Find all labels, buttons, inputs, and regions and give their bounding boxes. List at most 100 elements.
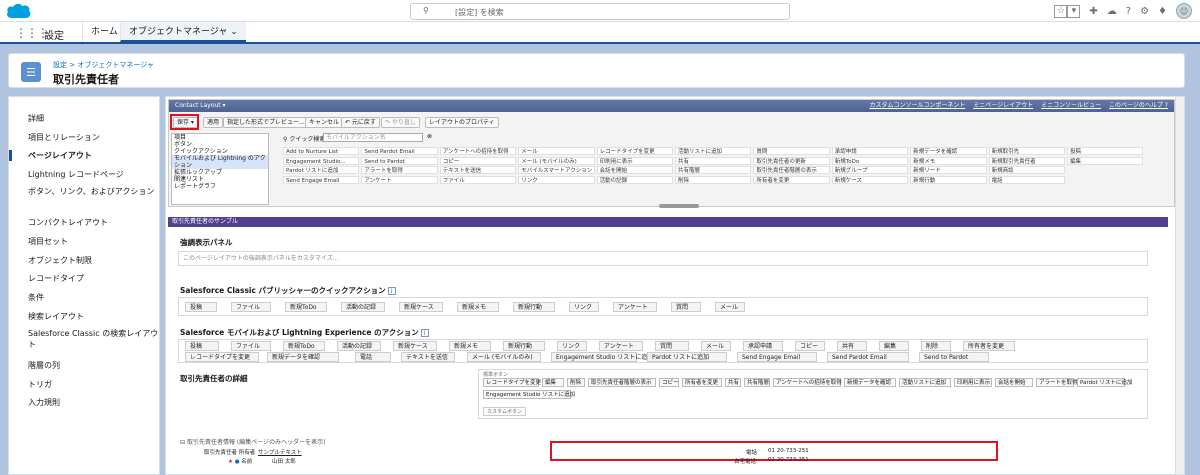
- classic-action-item[interactable]: ファイル: [231, 302, 271, 312]
- palette-action-item[interactable]: 取引先責任者階層の表示: [753, 166, 830, 174]
- classic-action-item[interactable]: 投稿: [185, 302, 217, 312]
- detail-button[interactable]: 会話を開始: [995, 378, 1033, 387]
- detail-button[interactable]: レコードタイプを変更: [483, 378, 541, 387]
- palette-category-item[interactable]: レポートグラフ: [172, 183, 268, 190]
- palette-action-item[interactable]: 活動リストに追加: [675, 147, 752, 155]
- chevron-down-icon[interactable]: ⌄: [230, 27, 238, 37]
- breadcrumb-object-manager-link[interactable]: オブジェクトマネージャ: [77, 61, 154, 69]
- detail-button[interactable]: 共有: [725, 378, 741, 387]
- sidebar-item[interactable]: レコードタイプ: [9, 273, 159, 284]
- sidebar-item[interactable]: コンパクトレイアウト: [9, 217, 159, 228]
- mini-page-layout-link[interactable]: ミニページレイアウト: [973, 102, 1033, 109]
- classic-action-item[interactable]: 活動の記録: [341, 302, 385, 312]
- mini-console-view-link[interactable]: ミニコンソールビュー: [1041, 102, 1101, 109]
- palette-category-item[interactable]: 項目: [172, 134, 268, 141]
- palette-action-item[interactable]: Add to Nurture List: [283, 147, 360, 155]
- mobile-action-item[interactable]: メール (モバイルのみ): [467, 352, 541, 362]
- palette-category-item[interactable]: 関連リスト: [172, 176, 268, 183]
- sidebar-item[interactable]: ボタン、リンク、およびアクション: [9, 186, 159, 197]
- classic-action-item[interactable]: 質問: [671, 302, 701, 312]
- palette-action-item[interactable]: アンケート: [361, 175, 438, 184]
- sidebar-item[interactable]: ページレイアウト: [9, 150, 159, 161]
- palette-action-item[interactable]: 編集: [1067, 156, 1144, 165]
- detail-button[interactable]: Pardot リストに追加: [1077, 378, 1132, 387]
- palette-action-item[interactable]: Send Pardot Email: [361, 147, 438, 155]
- detail-button[interactable]: コピー: [659, 378, 679, 387]
- help-icon[interactable]: ?: [1126, 6, 1131, 17]
- palette-action-item[interactable]: 共有: [675, 156, 752, 165]
- palette-category-item[interactable]: モバイルおよび Lightning のアクション: [172, 155, 268, 169]
- palette-action-item[interactable]: 新規商談: [988, 166, 1065, 174]
- section-toggle-icon[interactable]: ⊟: [180, 439, 185, 446]
- add-icon[interactable]: ✚: [1089, 6, 1097, 17]
- sidebar-item[interactable]: Lightning レコードページ: [9, 169, 159, 180]
- redo-button[interactable]: ↷ やり直し: [381, 117, 420, 128]
- pardot-action-item[interactable]: Engagement Studio リストに追加: [551, 352, 653, 362]
- tab-object-manager[interactable]: オブジェクトマネージャ ⌄: [120, 22, 246, 42]
- palette-action-item[interactable]: 新規グループ: [831, 166, 909, 174]
- clear-icon[interactable]: ⊗: [427, 133, 432, 140]
- mobile-action-item[interactable]: テキストを送信: [401, 352, 455, 362]
- palette-action-item[interactable]: 削除: [675, 175, 752, 184]
- palette-category-list[interactable]: 項目 ボタン クイックアクション モバイルおよび Lightning のアクション 拡張…: [171, 133, 269, 205]
- sidebar-item[interactable]: Salesforce Classic の検索レイアウト: [9, 328, 159, 350]
- palette-resize-handle[interactable]: [659, 204, 699, 208]
- detail-button[interactable]: アラートを取得: [1036, 378, 1078, 387]
- mobile-action-item[interactable]: メール: [701, 341, 731, 351]
- favorite-star-icon[interactable]: ☆: [1054, 4, 1068, 18]
- palette-action-item[interactable]: 承認申請: [831, 147, 909, 155]
- palette-action-item[interactable]: 新規ケース: [831, 175, 909, 184]
- quick-save-button[interactable]: 適用: [203, 117, 224, 128]
- pardot-action-item[interactable]: Pardot リストに追加: [647, 352, 727, 362]
- palette-action-item[interactable]: レコードタイプを変更: [596, 147, 673, 155]
- mobile-action-item[interactable]: ファイル: [231, 341, 271, 351]
- trailhead-icon[interactable]: ☁: [1107, 6, 1117, 17]
- breadcrumb-setup-link[interactable]: 設定: [53, 61, 67, 69]
- detail-button[interactable]: 活動リストに追加: [899, 378, 951, 387]
- mobile-action-item[interactable]: 新規ToDo: [283, 341, 325, 351]
- notifications-bell-icon[interactable]: ♦: [1158, 6, 1167, 17]
- favorites-control[interactable]: ☆ ▾: [1054, 4, 1081, 18]
- palette-action-item[interactable]: 質問: [753, 147, 830, 155]
- palette-category-item[interactable]: クイックアクション: [172, 148, 268, 155]
- mobile-action-item[interactable]: 質問: [655, 341, 689, 351]
- sidebar-item[interactable]: 入力規則: [9, 397, 159, 408]
- palette-action-item[interactable]: 新規リード: [910, 166, 987, 174]
- palette-action-item[interactable]: 新規行動: [910, 175, 987, 184]
- palette-action-item[interactable]: アンケートへの招待を取得: [439, 147, 517, 155]
- palette-action-item[interactable]: 新規取引先: [988, 147, 1065, 155]
- palette-action-item[interactable]: 共有階層: [675, 166, 752, 174]
- classic-action-item[interactable]: 新規メモ: [457, 302, 499, 312]
- custom-buttons-label[interactable]: カスタムボタン: [483, 407, 527, 416]
- mobile-action-item[interactable]: 新規行動: [503, 341, 545, 351]
- mobile-action-item[interactable]: 所有者を変更: [963, 341, 1015, 351]
- favorites-dropdown-icon[interactable]: ▾: [1067, 4, 1081, 18]
- layout-name[interactable]: Contact Layout ▾: [175, 102, 226, 109]
- palette-action-item[interactable]: Pardot リストに追加: [283, 166, 360, 174]
- palette-action-item[interactable]: 新規取引先責任者: [988, 156, 1065, 165]
- classic-action-item[interactable]: リンク: [569, 302, 599, 312]
- mobile-action-item[interactable]: 投稿: [185, 341, 219, 351]
- palette-action-item[interactable]: ファイル: [439, 175, 517, 184]
- pardot-action-item[interactable]: Send to Pardot: [919, 352, 989, 362]
- custom-console-components-link[interactable]: カスタムコンソールコンポーネント: [869, 102, 965, 109]
- page-help-link[interactable]: このページのヘルプ ?: [1109, 102, 1168, 109]
- detail-button[interactable]: 所有者を変更: [682, 378, 722, 387]
- palette-action-item[interactable]: アラートを取得: [361, 166, 438, 174]
- mobile-action-item[interactable]: レコードタイプを変更: [185, 352, 259, 362]
- sidebar-item[interactable]: 詳細: [9, 113, 159, 124]
- sidebar-item[interactable]: トリガ: [9, 379, 159, 390]
- detail-button[interactable]: 印刷用に表示: [954, 378, 992, 387]
- sidebar-item[interactable]: 条件: [9, 292, 159, 303]
- detail-button[interactable]: Engagement Studio リストに追加: [483, 390, 575, 399]
- palette-action-item[interactable]: 印刷用に表示: [596, 156, 673, 165]
- palette-action-item[interactable]: モバイルスマートアクション: [518, 166, 595, 174]
- palette-action-item[interactable]: 新規ToDo: [831, 156, 909, 165]
- palette-action-item[interactable]: Engagement Studio...: [283, 156, 360, 165]
- palette-action-item[interactable]: 所有者を変更: [753, 175, 830, 184]
- pardot-action-item[interactable]: Send Engage Email: [737, 352, 817, 362]
- sidebar-item[interactable]: 項目セット: [9, 236, 159, 247]
- detail-button[interactable]: 共有階層: [744, 378, 770, 387]
- mobile-action-item[interactable]: 編集: [879, 341, 909, 351]
- undo-button[interactable]: ↶ 元に戻す: [341, 117, 380, 128]
